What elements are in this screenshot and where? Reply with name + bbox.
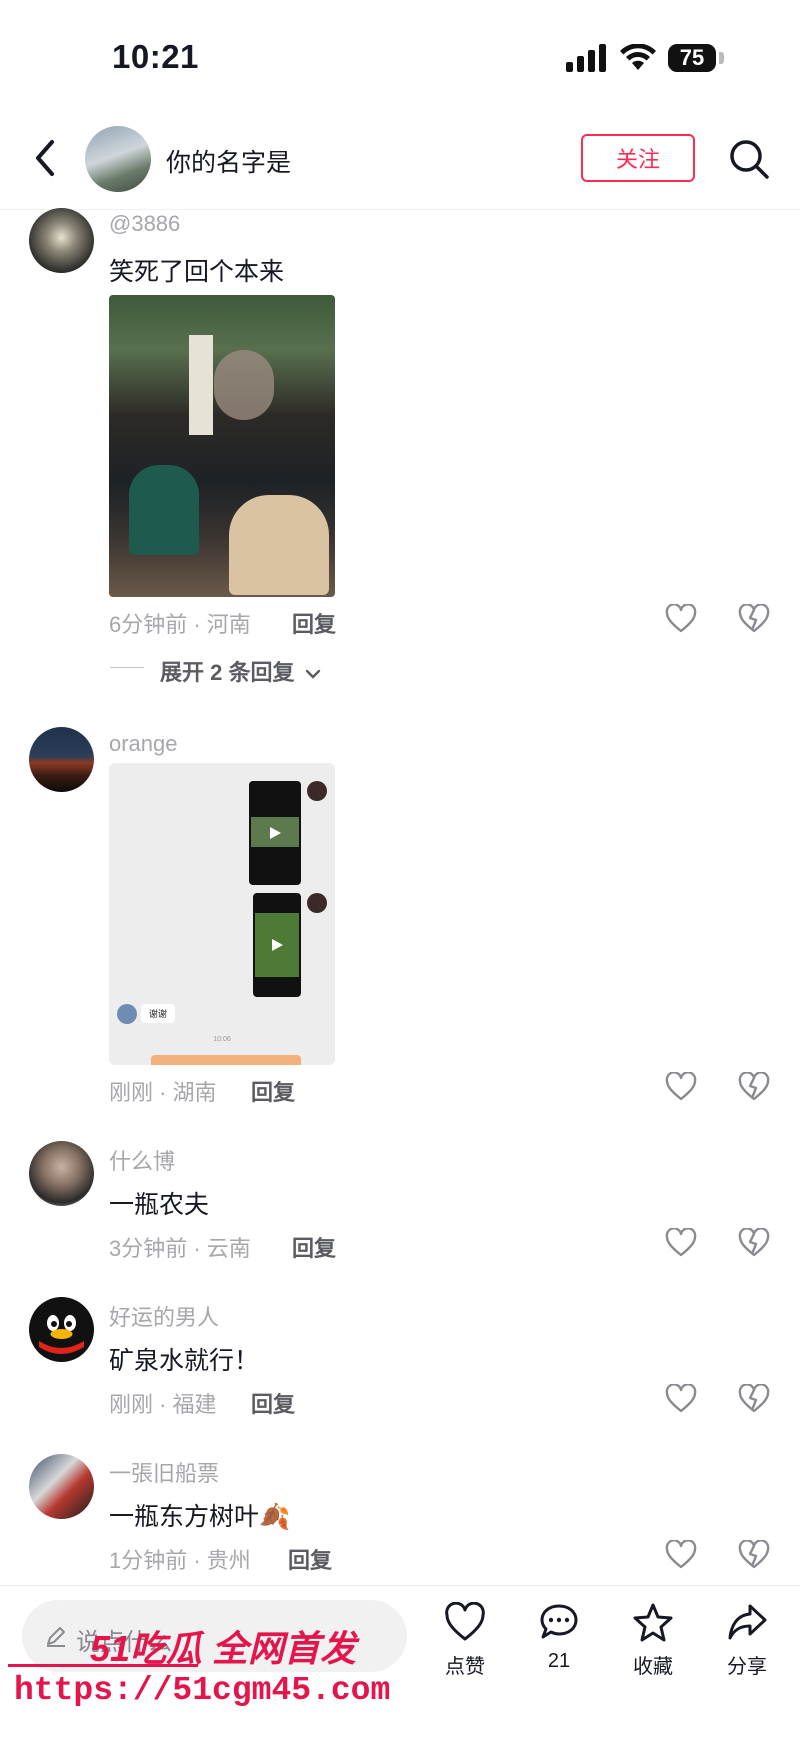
like-button[interactable]: 点赞: [425, 1600, 505, 1690]
chat-video-1[interactable]: [249, 781, 301, 885]
comment-meta: 刚刚 · 福建: [109, 1392, 217, 1417]
chat-avatar: [307, 893, 327, 913]
like-heart-icon[interactable]: [665, 1072, 697, 1102]
reply-button[interactable]: 回复: [292, 1231, 336, 1263]
comment-avatar[interactable]: [29, 727, 94, 792]
comment-image-chat-screenshot[interactable]: 谢谢 10:06: [109, 763, 335, 1065]
dislike-heart-icon[interactable]: [738, 1384, 770, 1414]
reply-button[interactable]: 回复: [288, 1543, 332, 1575]
like-heart-icon[interactable]: [665, 1540, 697, 1570]
comment-bubble-icon: [540, 1604, 578, 1639]
wifi-icon: [620, 44, 656, 70]
favorite-label: 收藏: [633, 1656, 673, 1678]
author-name[interactable]: 你的名字是: [166, 143, 291, 179]
bottom-divider: [0, 1585, 800, 1586]
author-avatar[interactable]: [85, 126, 151, 192]
heart-icon: [445, 1602, 485, 1641]
follow-button[interactable]: 关注: [581, 134, 695, 182]
expand-replies-label: 展开 2 条回复: [160, 660, 295, 685]
dislike-heart-icon[interactable]: [738, 1540, 770, 1570]
expand-replies-button[interactable]: 展开 2 条回复: [160, 655, 321, 687]
expand-line: [110, 667, 144, 668]
comment-avatar[interactable]: [29, 1454, 94, 1519]
comment-meta: 1分钟前 · 贵州: [109, 1548, 251, 1573]
comment-username[interactable]: 一張旧船票: [109, 1456, 219, 1488]
share-arrow-icon: [728, 1604, 767, 1640]
reply-button[interactable]: 回复: [251, 1075, 295, 1107]
comment-avatar[interactable]: [29, 208, 94, 273]
watermark-url: https://51cgm45.com: [14, 1672, 391, 1709]
dislike-heart-icon[interactable]: [738, 1072, 770, 1102]
comment-meta: 3分钟前 · 云南: [109, 1236, 251, 1261]
share-button[interactable]: 分享: [707, 1600, 787, 1690]
image-pillar: [189, 335, 213, 435]
comment-avatar[interactable]: [29, 1141, 94, 1206]
comment-username[interactable]: 什么博: [109, 1144, 175, 1176]
like-heart-icon[interactable]: [665, 1384, 697, 1414]
battery-tip: [719, 52, 724, 64]
chevron-down-icon: [305, 669, 320, 679]
star-icon: [633, 1603, 673, 1642]
cellular-signal-icon: [566, 44, 606, 72]
dislike-heart-icon[interactable]: [738, 1228, 770, 1258]
chat-orange-card: [151, 1055, 301, 1065]
comment-text: 一瓶东方树叶🍂: [109, 1503, 291, 1531]
chat-bubble: 谢谢: [141, 1004, 176, 1023]
chat-avatar: [307, 781, 327, 801]
comment-count: 21: [547, 1650, 571, 1672]
image-people-blur: [214, 350, 274, 420]
comment-text: 矿泉水就行！: [109, 1347, 260, 1375]
search-icon[interactable]: [728, 138, 770, 180]
chat-video-2[interactable]: [253, 893, 301, 997]
comment-username[interactable]: orange: [109, 731, 178, 757]
comment-image-restaurant[interactable]: [109, 295, 335, 597]
chat-timestamp: 10:06: [213, 1036, 231, 1043]
dislike-heart-icon[interactable]: [738, 604, 770, 634]
like-heart-icon[interactable]: [665, 1228, 697, 1258]
status-time: 10:21: [112, 38, 199, 75]
play-icon: [270, 827, 281, 839]
reply-button[interactable]: 回复: [251, 1387, 295, 1419]
back-arrow-icon[interactable]: [30, 138, 60, 178]
comment-text: 笑死了回个本来: [109, 258, 285, 286]
watermark-underline: [8, 1664, 198, 1667]
play-icon: [272, 939, 283, 951]
pencil-icon: [47, 1627, 65, 1647]
chat-avatar: [117, 1004, 137, 1024]
like-label: 点赞: [445, 1656, 485, 1678]
share-label: 分享: [727, 1656, 767, 1678]
comment-username[interactable]: 好运的男人: [109, 1300, 219, 1332]
header-divider: [0, 209, 800, 210]
image-green-chair: [129, 465, 199, 555]
comment-meta: 6分钟前 · 河南: [109, 612, 251, 637]
reply-button[interactable]: 回复: [292, 607, 336, 639]
qq-penguin-avatar[interactable]: [29, 1297, 94, 1362]
comment-meta: 刚刚 · 湖南: [109, 1080, 217, 1105]
like-heart-icon[interactable]: [665, 604, 697, 634]
comment-button[interactable]: 21: [519, 1600, 599, 1690]
comment-text: 一瓶农夫: [109, 1191, 210, 1219]
image-beige-chair: [229, 495, 329, 595]
comment-username[interactable]: @3886: [109, 211, 180, 237]
battery-indicator: 75: [668, 44, 716, 72]
favorite-button[interactable]: 收藏: [613, 1600, 693, 1690]
